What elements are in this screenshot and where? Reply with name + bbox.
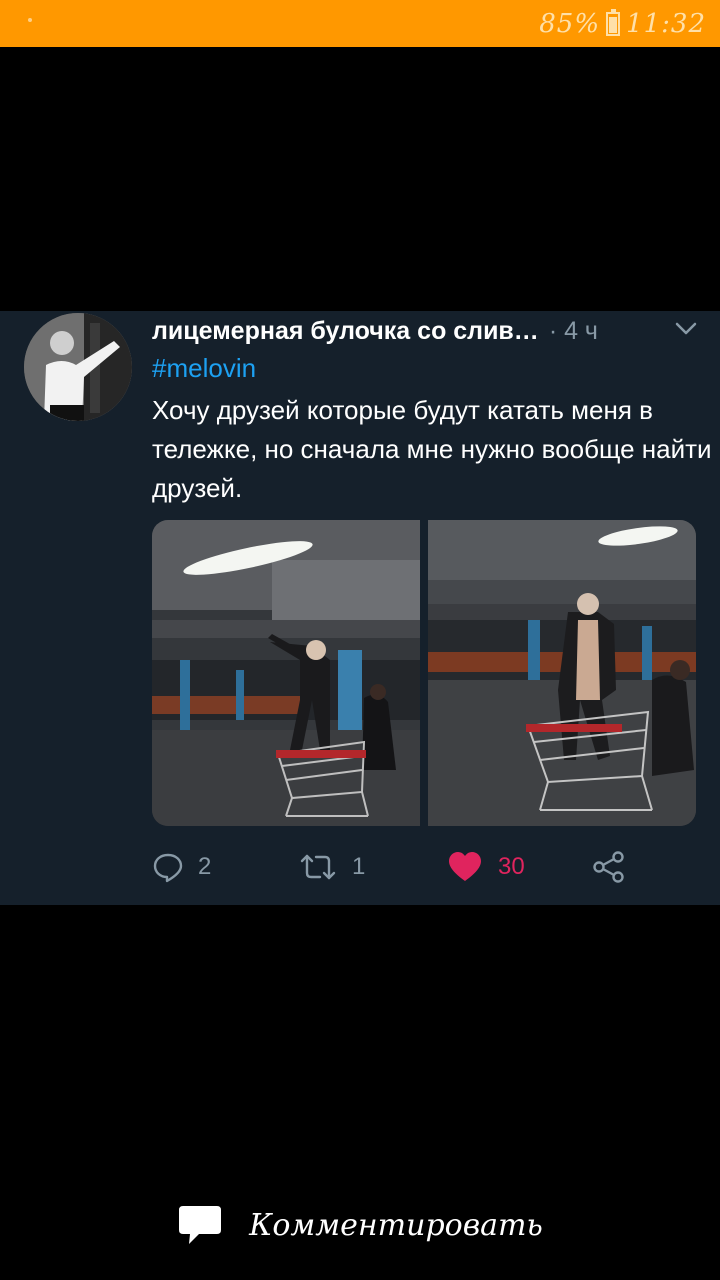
heart-icon	[449, 852, 481, 881]
tweet-time: · 4 ч	[548, 316, 598, 345]
comment-button[interactable]: Комментировать	[0, 1190, 720, 1260]
tweet-card[interactable]: лицемерная булочка со слив… · 4 ч #melov…	[0, 311, 720, 905]
clock: 11:32	[626, 9, 706, 39]
reply-count: 2	[198, 853, 212, 880]
retweet-icon	[300, 854, 336, 880]
tweet-photo-2[interactable]	[428, 520, 696, 826]
notification-dot-icon	[28, 18, 32, 22]
share-button[interactable]	[592, 847, 626, 887]
like-button[interactable]: 30	[448, 847, 525, 887]
tweet-header: лицемерная булочка со слив… · 4 ч	[152, 311, 704, 351]
retweet-count: 1	[352, 853, 366, 880]
status-indicators: 85% 11:32	[539, 8, 706, 40]
hashtag-link[interactable]: #melovin	[152, 353, 256, 384]
reply-icon	[153, 853, 183, 883]
status-bar: 85% 11:32	[0, 0, 720, 47]
battery-icon	[606, 9, 621, 36]
retweet-button[interactable]: 1	[298, 847, 365, 887]
tweet-actions: 2 1 30	[152, 847, 672, 887]
reply-button[interactable]: 2	[152, 847, 211, 887]
tweet-text: Хочу друзей которые будут катать меня в …	[152, 395, 712, 503]
like-count: 30	[498, 853, 525, 880]
chevron-down-icon[interactable]	[674, 321, 698, 337]
battery-percent: 85%	[539, 9, 601, 39]
tweet-photo-1[interactable]	[152, 520, 420, 826]
speech-bubble-icon	[179, 1206, 222, 1244]
comment-label: Комментировать	[249, 1207, 543, 1243]
author-name[interactable]: лицемерная булочка со слив…	[152, 317, 539, 346]
share-icon	[593, 851, 624, 883]
avatar[interactable]	[24, 313, 132, 421]
